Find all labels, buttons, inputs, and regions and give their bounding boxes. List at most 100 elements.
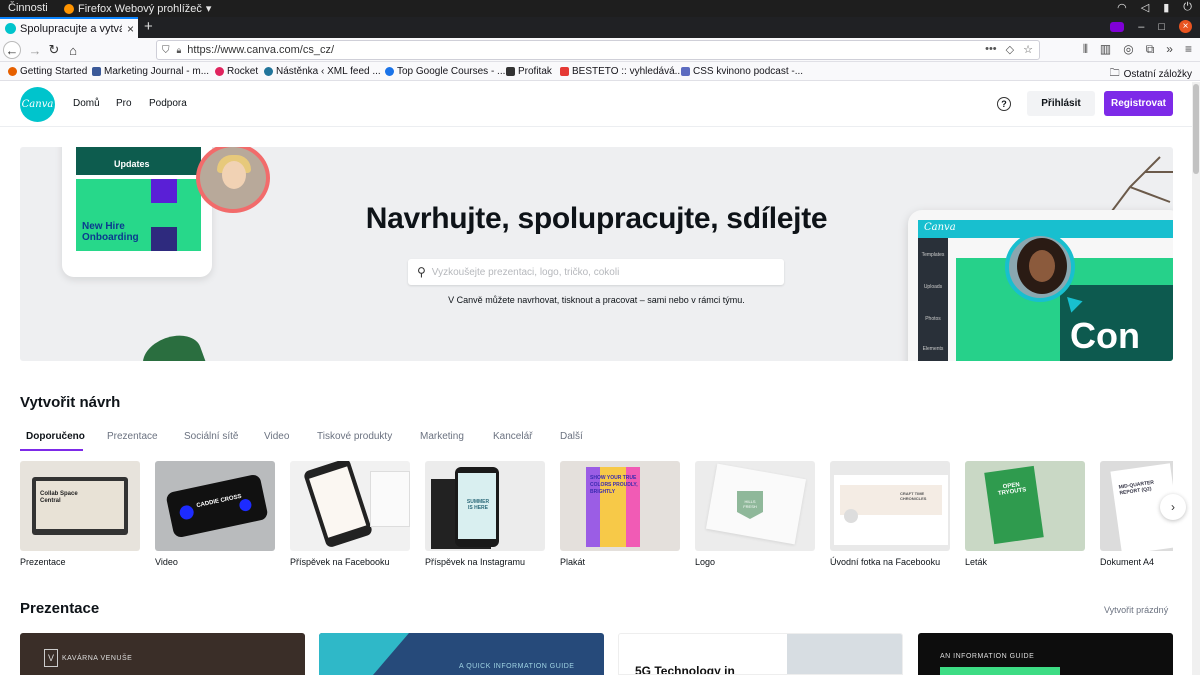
tab-more[interactable]: Další: [560, 431, 583, 442]
canva-favicon: [5, 23, 16, 34]
tracking-shield-icon[interactable]: ⛉: [162, 45, 170, 56]
menu-icon[interactable]: ≡: [1185, 42, 1192, 57]
tablet-left-top-panel: Updates: [76, 147, 201, 175]
tablet-left-tile: [151, 179, 177, 203]
tab-marketing[interactable]: Marketing: [420, 431, 464, 442]
power-icon: ⏻: [1183, 1, 1192, 13]
bookmark-item[interactable]: Top Google Courses - ...: [385, 66, 505, 77]
lock-icon[interactable]: 🔒︎: [177, 45, 182, 56]
bookmark-label: Rocket: [227, 66, 259, 77]
close-tab-icon[interactable]: ×: [127, 22, 134, 36]
url-text[interactable]: https://www.canva.com/cs_cz/: [187, 44, 334, 56]
design-card-poster[interactable]: SHOW YOUR TRUE COLORS PROUDLY, BRIGHTLY …: [560, 461, 680, 567]
presentation-template-card[interactable]: A QUICK INFORMATION GUIDE: [319, 633, 604, 675]
system-tray[interactable]: ◠ ◁ ▮ ⏻: [1117, 1, 1192, 14]
library-icon[interactable]: ⫴: [1083, 42, 1088, 57]
reload-button[interactable]: ↻: [45, 41, 63, 59]
browser-tab-canva[interactable]: Spolupracujte a vytvářej ×: [0, 17, 138, 38]
thumb-text: MID-QUARTER REPORT (Q2): [1118, 479, 1155, 497]
phone-screen: [309, 466, 367, 538]
other-bookmarks[interactable]: 🗀︎ Ostatní záložky: [1110, 66, 1192, 83]
thumb-text: CADDIE CROSS: [195, 493, 243, 510]
thumb-text: SUMMER IS HERE: [466, 499, 490, 511]
close-window-button[interactable]: ×: [1179, 20, 1192, 33]
bookmark-star-icon[interactable]: ☆: [1023, 43, 1033, 56]
carousel-next-button[interactable]: ›: [1160, 494, 1186, 520]
tab-office[interactable]: Kancelář: [493, 431, 532, 442]
bookmark-icon: [681, 67, 690, 76]
presentation-template-card[interactable]: V KAVÁRNA VENUŠE: [20, 633, 305, 675]
tab-recommended[interactable]: Doporučeno: [26, 431, 85, 442]
bookmark-item[interactable]: BESTETO :: vyhledává...: [560, 66, 683, 77]
help-icon[interactable]: ?: [997, 97, 1011, 111]
bookmark-item[interactable]: Marketing Journal - m...: [92, 66, 209, 77]
nav-link-pro[interactable]: Pro: [116, 98, 132, 109]
home-button[interactable]: ⌂: [64, 41, 82, 59]
phone-shape: CADDIE CROSS: [165, 473, 269, 539]
bookmark-icon: [8, 67, 17, 76]
firefox-icon: [64, 3, 74, 14]
design-card-flyer[interactable]: OPEN TRYOUTS Leták: [965, 461, 1085, 567]
minimize-button[interactable]: –: [1138, 21, 1144, 33]
overflow-icon[interactable]: »: [1166, 42, 1173, 57]
design-card-facebook-cover[interactable]: CRAFT TIME CHRONICLES Úvodní fotka na Fa…: [830, 461, 950, 567]
bookmark-item[interactable]: Rocket: [215, 66, 258, 77]
blue-dot: [178, 504, 195, 521]
tab-video[interactable]: Video: [264, 431, 289, 442]
blue-dot: [238, 497, 253, 513]
design-card-presentation[interactable]: Collab Space Central Prezentace: [20, 461, 140, 567]
tab-social-media[interactable]: Sociální sítě: [184, 431, 238, 442]
nav-link-support[interactable]: Podpora: [149, 98, 187, 109]
screenshot-icon[interactable]: ⧉: [1146, 42, 1155, 57]
design-card-logo[interactable]: HILLS FRESH Logo: [695, 461, 815, 567]
url-bar[interactable]: ⛉ 🔒︎ https://www.canva.com/cs_cz/ ••• ◇ …: [156, 40, 1040, 60]
canva-logo[interactable]: Canva: [20, 87, 55, 122]
thumb-text: Collab Space Central: [40, 491, 78, 504]
bookmarks-bar: Getting Started Marketing Journal - m...…: [0, 62, 1200, 81]
tab-presentations[interactable]: Prezentace: [107, 431, 158, 442]
bookmark-item[interactable]: CSS kvinono podcast -...: [681, 66, 803, 77]
scrollbar-thumb[interactable]: [1193, 84, 1199, 174]
phone-shape: [302, 461, 374, 549]
tab-print-products[interactable]: Tiskové produkty: [317, 431, 392, 442]
template-logo-mark: V: [44, 649, 58, 667]
presentation-template-card[interactable]: 5G Technology in: [618, 633, 903, 675]
sidebar-icon[interactable]: ▥: [1100, 42, 1111, 57]
avatar-face: [222, 161, 246, 189]
design-card-instagram-post[interactable]: SUMMER IS HERE Příspěvek na Instagramu: [425, 461, 545, 567]
nav-link-home[interactable]: Domů: [73, 98, 100, 109]
design-card-facebook-post[interactable]: Příspěvek na Facebooku: [290, 461, 410, 567]
card-thumbnail: CRAFT TIME CHRONICLES: [830, 461, 950, 551]
login-button[interactable]: Přihlásit: [1027, 91, 1095, 116]
page-actions-icon[interactable]: •••: [985, 43, 997, 56]
new-tab-button[interactable]: +: [144, 17, 153, 37]
bookmark-item[interactable]: Nástěnka ‹ XML feed ...: [264, 66, 381, 77]
card-label: Dokument A4: [1100, 557, 1155, 567]
card-label: Úvodní fotka na Facebooku: [830, 557, 941, 567]
card-thumbnail: SHOW YOUR TRUE COLORS PROUDLY, BRIGHTLY: [560, 461, 680, 551]
hero-banner: Updates New Hire Onboarding Navrhujte, s…: [20, 147, 1173, 361]
activities-button[interactable]: Činnosti: [8, 2, 48, 14]
account-icon[interactable]: ◎: [1123, 42, 1133, 57]
template-title: AN INFORMATION GUIDE: [940, 653, 1035, 660]
create-blank-link[interactable]: Vytvořit prázdný: [1104, 605, 1168, 615]
bookmark-item[interactable]: Getting Started: [8, 66, 87, 77]
bookmark-item[interactable]: Profitak: [506, 66, 552, 77]
page-scrollbar[interactable]: [1192, 82, 1200, 675]
design-card-video[interactable]: CADDIE CROSS Video: [155, 461, 275, 567]
os-top-bar: Činnosti Firefox Webový prohlížeč ▾ ◠ ◁ …: [0, 0, 1200, 17]
card-label: Příspěvek na Instagramu: [425, 557, 526, 567]
site-header: Canva Domů Pro Podpora ? Přihlásit Regis…: [0, 82, 1192, 127]
maximize-button[interactable]: □: [1158, 21, 1165, 33]
presentation-template-card[interactable]: AN INFORMATION GUIDE: [918, 633, 1173, 675]
pocket-icon[interactable]: ◇: [1006, 43, 1014, 56]
tablet-right-big-text: Con: [1070, 315, 1140, 356]
chevron-right-icon: ›: [1171, 500, 1175, 514]
register-button[interactable]: Registrovat: [1104, 91, 1173, 116]
presentations-title: Prezentace: [20, 600, 100, 617]
app-menu[interactable]: Firefox Webový prohlížeč ▾: [64, 2, 211, 15]
back-button[interactable]: ←: [3, 41, 21, 59]
forward-button[interactable]: →: [26, 41, 44, 59]
wordpress-icon: [264, 67, 273, 76]
hero-search-input[interactable]: ⚲ Vyzkoušejte prezentaci, logo, tričko, …: [408, 259, 784, 285]
